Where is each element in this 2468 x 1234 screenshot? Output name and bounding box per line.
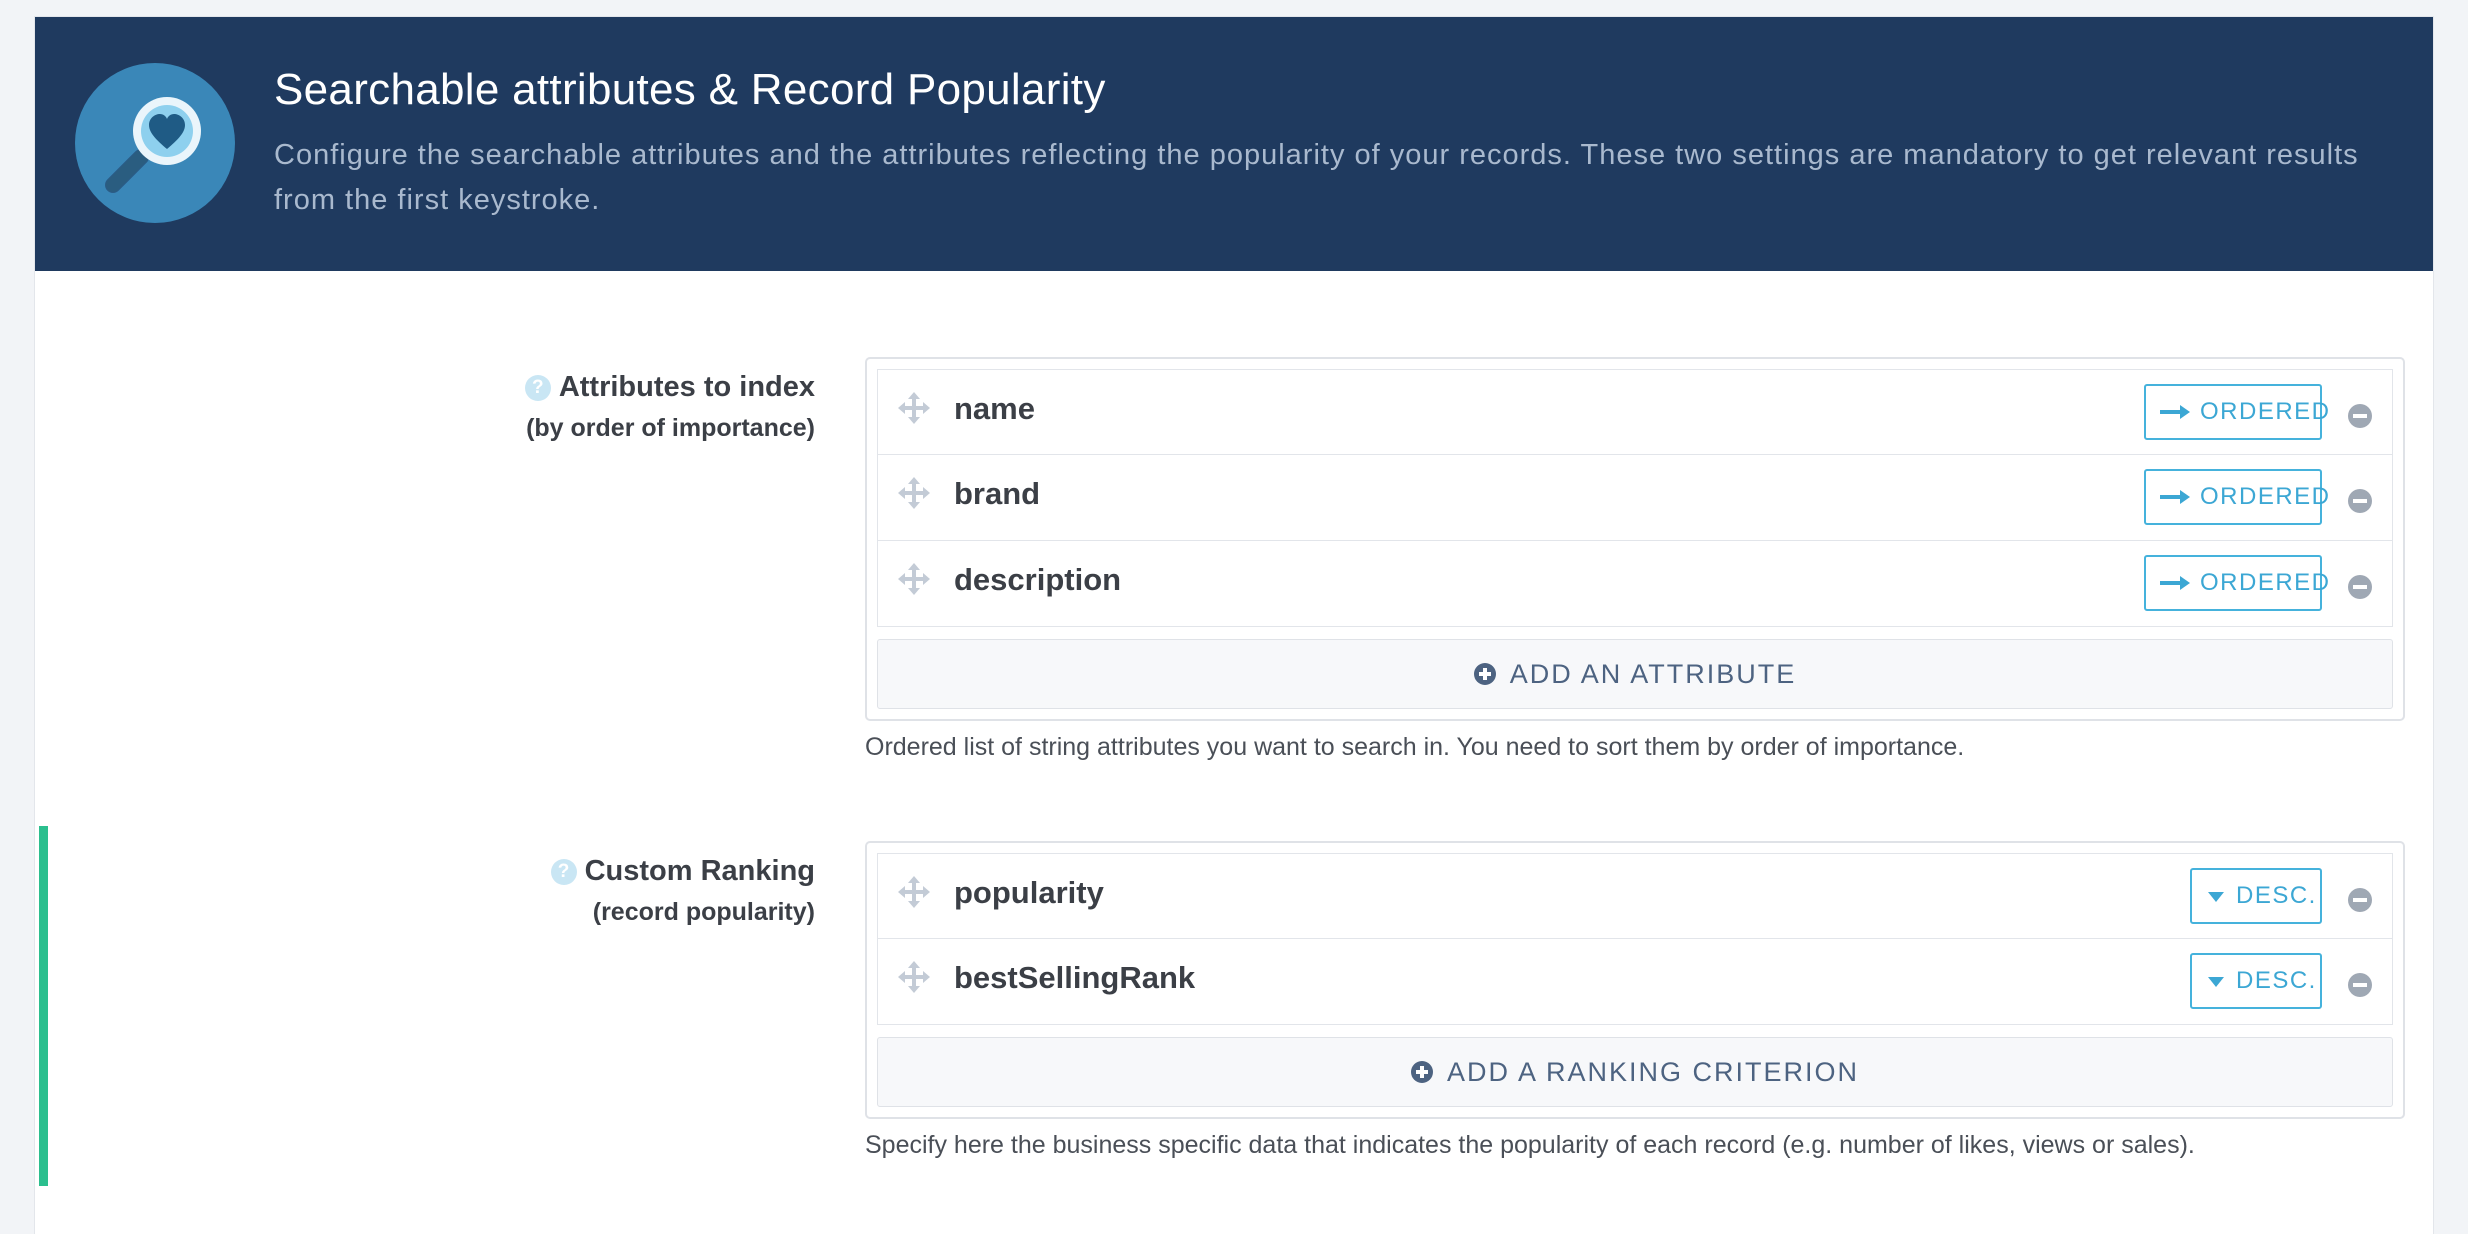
- arrow-right-icon: [2160, 483, 2190, 511]
- page-description: Configure the searchable attributes and …: [274, 139, 2359, 216]
- caret-down-icon: [2206, 882, 2226, 910]
- attribute-name: description: [954, 562, 1122, 597]
- attributes-help-text: Ordered list of string attributes you wa…: [865, 733, 1965, 761]
- attribute-row[interactable]: name ORDERED: [877, 369, 2393, 455]
- attributes-list: name ORDERED brand ORDERED description O…: [865, 357, 2405, 721]
- attribute-name: name: [954, 391, 1035, 426]
- ordered-label: ORDERED: [2200, 569, 2331, 596]
- page-header: Searchable attributes & Record Popularit…: [35, 17, 2433, 271]
- remove-icon[interactable]: [2348, 973, 2372, 997]
- add-ranking-criterion-button[interactable]: ADD A RANKING CRITERION: [877, 1037, 2393, 1107]
- ranking-row[interactable]: bestSellingRank DESC.: [877, 939, 2393, 1025]
- ranking-rows: popularity DESC. bestSellingRank DESC.: [877, 853, 2393, 1025]
- attributes-rows: name ORDERED brand ORDERED description O…: [877, 369, 2393, 627]
- ranking-sublabel: (record popularity): [592, 898, 815, 926]
- desc-toggle-button[interactable]: DESC.: [2190, 953, 2322, 1009]
- attribute-row[interactable]: brand ORDERED: [877, 455, 2393, 541]
- magnifier-heart-icon: [75, 63, 235, 223]
- drag-handle-icon[interactable]: [896, 959, 932, 995]
- attribute-row[interactable]: description ORDERED: [877, 541, 2393, 627]
- ordered-toggle-button[interactable]: ORDERED: [2144, 555, 2329, 611]
- plus-circle-icon: [1473, 663, 1496, 685]
- remove-icon[interactable]: [2348, 888, 2372, 912]
- drag-handle-icon[interactable]: [896, 390, 932, 426]
- arrow-right-icon: [2160, 569, 2190, 597]
- ranking-list: popularity DESC. bestSellingRank DESC. A…: [865, 841, 2405, 1119]
- attributes-label-block: ? Attributes to index (by order of impor…: [524, 371, 815, 443]
- ranking-label: Custom Ranking: [584, 855, 815, 887]
- remove-icon[interactable]: [2348, 489, 2372, 513]
- active-section-indicator: [39, 826, 48, 1186]
- desc-label: DESC.: [2236, 882, 2317, 909]
- attributes-label: Attributes to index: [558, 371, 815, 403]
- attribute-name: brand: [954, 476, 1041, 511]
- help-icon[interactable]: ?: [550, 858, 577, 885]
- attributes-sublabel: (by order of importance): [526, 414, 815, 442]
- help-icon[interactable]: ?: [524, 374, 551, 401]
- ranking-label-block: ? Custom Ranking (record popularity): [550, 855, 815, 927]
- ordered-toggle-button[interactable]: ORDERED: [2144, 384, 2329, 440]
- settings-panel: Searchable attributes & Record Popularit…: [34, 16, 2434, 1234]
- add-attribute-label: ADD AN ATTRIBUTE: [1509, 658, 1797, 689]
- arrow-right-icon: [2160, 398, 2190, 426]
- drag-handle-icon[interactable]: [896, 561, 932, 597]
- add-ranking-label: ADD A RANKING CRITERION: [1446, 1056, 1860, 1087]
- plus-circle-icon: [1410, 1061, 1433, 1083]
- ranking-attribute-name: bestSellingRank: [954, 960, 1196, 995]
- page-title: Searchable attributes & Record Popularit…: [274, 65, 1106, 114]
- ranking-attribute-name: popularity: [954, 875, 1104, 910]
- drag-handle-icon[interactable]: [896, 874, 932, 910]
- drag-handle-icon[interactable]: [896, 475, 932, 511]
- add-attribute-button[interactable]: ADD AN ATTRIBUTE: [877, 639, 2393, 709]
- remove-icon[interactable]: [2348, 404, 2372, 428]
- desc-toggle-button[interactable]: DESC.: [2190, 868, 2322, 924]
- caret-down-icon: [2206, 967, 2226, 995]
- ranking-help-text: Specify here the business specific data …: [865, 1131, 2195, 1159]
- ranking-row[interactable]: popularity DESC.: [877, 853, 2393, 939]
- ordered-label: ORDERED: [2200, 483, 2331, 510]
- ordered-label: ORDERED: [2200, 398, 2331, 425]
- desc-label: DESC.: [2236, 967, 2317, 994]
- remove-icon[interactable]: [2348, 575, 2372, 599]
- ordered-toggle-button[interactable]: ORDERED: [2144, 469, 2329, 525]
